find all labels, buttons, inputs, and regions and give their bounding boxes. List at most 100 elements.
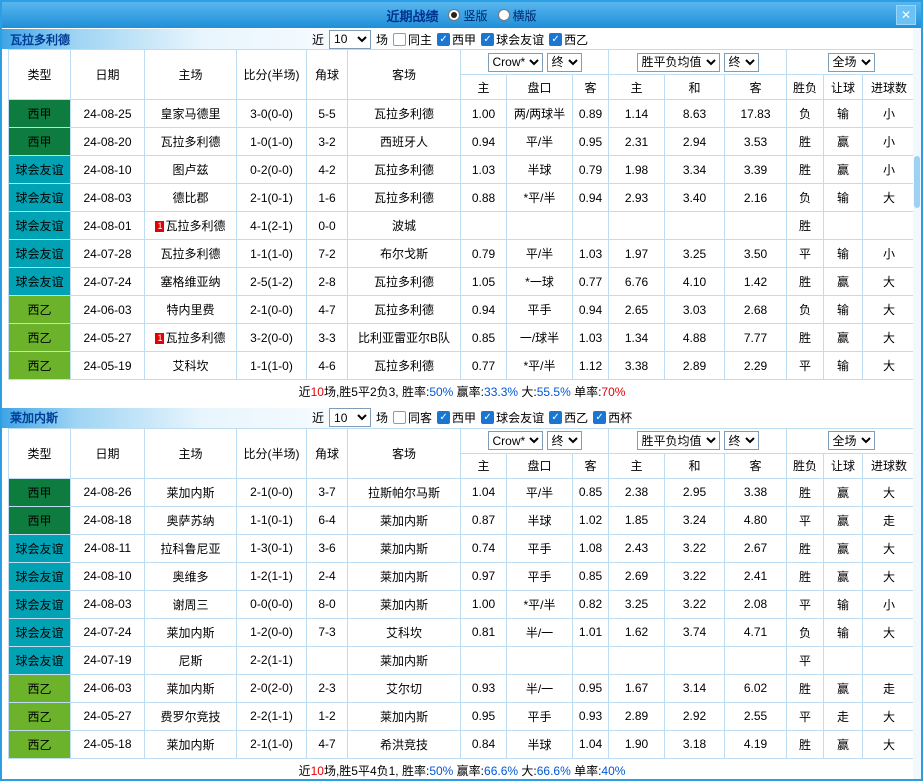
euro-draw-odds: 2.92 [664,701,725,731]
score-cell: 2-1(0-0) [236,477,307,507]
euro-home-odds [608,645,665,675]
radio-label: 竖版 [463,8,488,23]
avg-odds-select[interactable]: 胜平负均值 [636,431,720,450]
final-odds-select[interactable]: 终 [546,431,582,450]
euro-away-odds: 4.71 [723,617,788,647]
league-badge: 球会友谊 [8,183,71,212]
handicap-cell: 平/半 [506,239,573,268]
table-row: 球会友谊 24-07-24 塞格维亚纳 2-5(1-2) 2-8 瓦拉多利德 1.05 *一球… [8,267,917,296]
final-avg-select[interactable]: 终 [723,431,759,450]
close-button[interactable]: ✕ [896,5,916,25]
goals-cell: 大 [862,295,917,324]
checkbox-icon[interactable] [393,411,407,424]
score-cell: 1-2(1-1) [236,561,307,591]
asian-away-odds [572,211,609,240]
checkbox-icon[interactable]: ✓ [481,32,495,46]
checkbox-icon[interactable] [393,32,407,46]
filter-checkbox[interactable]: ✓ 西乙 [549,31,588,48]
final-avg-select[interactable]: 终 [723,52,759,72]
filter-checkbox[interactable]: ✓ 西甲 [437,31,476,48]
scrollbar[interactable] [913,28,921,779]
games-label: 场 [376,32,389,47]
fulltime-select[interactable]: 全场 [827,52,875,72]
result-cell: 胜 [786,477,825,507]
filter-checkbox[interactable]: 同客 [393,409,432,426]
date-cell: 24-07-28 [70,239,145,268]
asian-away-odds: 0.94 [572,183,609,212]
corner-cell: 5-5 [306,99,348,128]
bookmaker-select[interactable]: Crow* [487,52,543,72]
filter-label: 西乙 [564,411,589,425]
filter-checkbox[interactable]: ✓ 球会友谊 [481,409,544,426]
away-team-cell: 莱加内斯 [347,505,461,535]
summary-text: 10 [310,385,324,400]
filter-label: 西甲 [452,32,477,47]
column-header: 客场 [347,49,461,100]
date-cell: 24-08-20 [70,127,145,156]
euro-draw-odds: 4.10 [664,267,725,296]
radio-icon[interactable] [448,9,461,21]
handicap-result-cell: 赢 [823,673,864,703]
away-team-cell: 波城 [347,211,461,240]
asian-home-odds: 0.79 [460,239,507,268]
handicap-result-cell: 输 [823,239,864,268]
corner-cell: 1-2 [306,701,348,731]
checkbox-icon[interactable]: ✓ [593,411,607,424]
column-header: 主场 [144,427,237,479]
euro-draw-odds: 2.94 [664,127,725,156]
fulltime-select[interactable]: 全场 [827,431,875,450]
asian-home-odds: 0.88 [460,183,507,212]
summary-text: 10 [310,763,324,778]
league-badge: 西乙 [8,673,71,703]
euro-away-odds: 4.80 [723,505,788,535]
filter-label: 西甲 [452,411,477,425]
checkbox-icon[interactable]: ✓ [549,32,563,46]
filter-checkbox[interactable]: 同主 [393,31,432,48]
checkbox-icon[interactable]: ✓ [437,32,451,46]
home-team-cell: 皇家马德里 [144,99,237,128]
bookmaker-select[interactable]: Crow* [487,431,543,450]
filter-checkbox[interactable]: ✓ 西杯 [593,409,632,426]
checkbox-icon[interactable]: ✓ [549,411,563,424]
goals-cell: 大 [862,477,917,507]
date-cell: 24-08-10 [70,155,145,184]
final-odds-select[interactable]: 终 [546,52,582,72]
result-cell: 胜 [786,323,825,352]
asian-away-odds: 0.82 [572,589,609,619]
radio-icon[interactable] [497,9,510,21]
scrollbar-thumb[interactable] [914,156,920,208]
match-count-select[interactable]: 10 [329,29,372,49]
goals-cell: 小 [862,589,917,619]
summary-text: 70% [601,385,626,400]
away-team-cell: 莱加内斯 [347,589,461,619]
results-table: 类型 日期 主场 比分(半场) 角球 客场 Crow* 终胜平负均值终全场主盘口客主和客胜负让… [8,427,917,780]
column-header: 角球 [306,49,348,100]
red-card-badge: 1 [155,221,165,232]
checkbox-icon[interactable]: ✓ [437,411,451,424]
corner-cell: 2-3 [306,673,348,703]
league-badge: 球会友谊 [8,561,71,591]
filter-checkbox[interactable]: ✓ 球会友谊 [481,31,544,48]
handicap-result-cell: 赢 [823,477,864,507]
avg-odds-select[interactable]: 胜平负均值 [636,52,720,72]
table-row: 西乙 24-05-27 1 瓦拉多利德 3-2(0-0) 3-3 比利亚雷亚尔B队 0.85 一… [8,323,917,352]
euro-draw-odds: 3.25 [664,239,725,268]
layout-radio-vertical[interactable]: 竖版 [448,7,488,24]
column-header: 主 [460,452,507,479]
layout-radio-horizontal[interactable]: 横版 [497,7,537,24]
checkbox-icon[interactable]: ✓ [481,411,495,424]
home-team-cell: 艾科坎 [144,351,237,380]
score-cell: 2-5(1-2) [236,267,307,296]
home-team-cell: 瓦拉多利德 [144,239,237,268]
league-badge: 球会友谊 [8,239,71,268]
table-row: 西乙 24-05-18 莱加内斯 2-1(1-0) 4-7 希洪竞技 0.84 半球 1.04 1… [8,729,917,759]
filter-checkbox[interactable]: ✓ 西甲 [437,409,476,426]
match-count-select[interactable]: 10 [329,408,372,427]
handicap-cell: 半球 [506,155,573,184]
filter-checkbox[interactable]: ✓ 西乙 [549,409,588,426]
result-cell: 平 [786,645,825,675]
date-cell: 24-06-03 [70,673,145,703]
handicap-result-cell: 输 [823,99,864,128]
league-badge: 西甲 [8,99,71,128]
result-cell: 胜 [786,561,825,591]
